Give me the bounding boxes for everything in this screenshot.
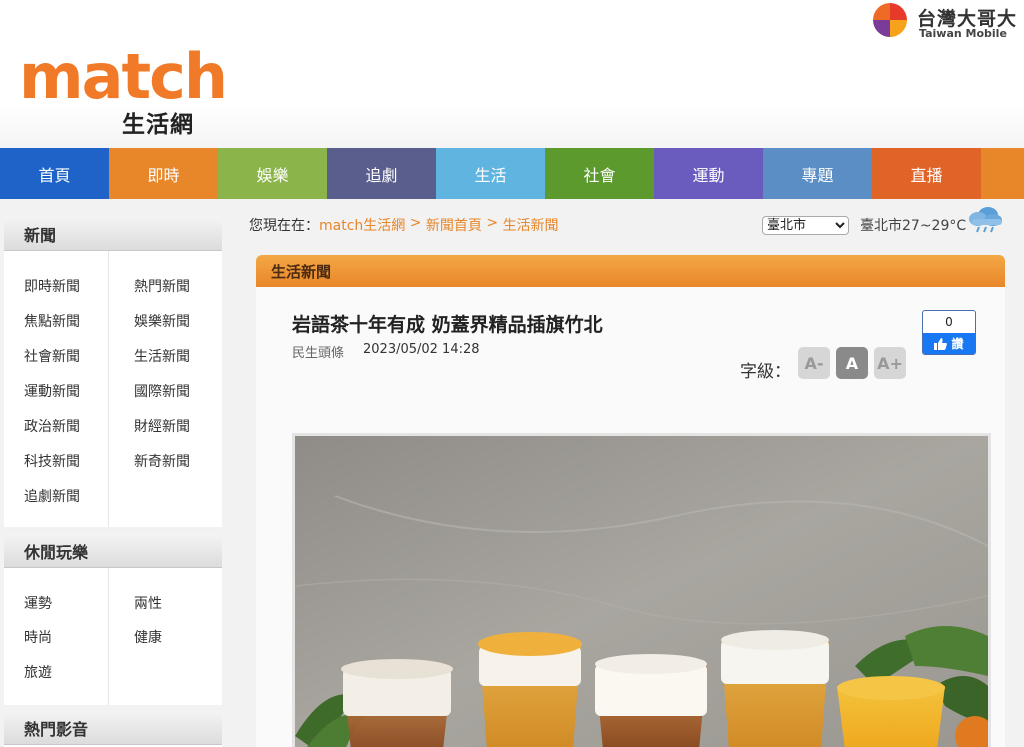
font-size-decrease-button[interactable]: A- [798,347,830,379]
article-panel: 生活新聞 岩語茶十年有成 奶蓋界精品插旗竹北 民生頭條 2023/05/02 1… [256,255,1005,747]
breadcrumb-item-news[interactable]: 新聞首頁 [426,215,482,235]
sidebar-leisure-title: 休閒玩樂 [4,534,222,568]
tea-drinks-photo [295,436,988,747]
sidebar-news-box: 新聞 即時新聞 熱門新聞 焦點新聞 娛樂新聞 社會新聞 生活新聞 運動新聞 國際… [4,217,222,527]
sidebar-leisure-links: 運勢 兩性 時尚 健康 旅遊 [4,568,222,705]
nav-item-realtime[interactable]: 即時 [109,148,218,199]
sidebar-link[interactable]: 焦點新聞 [24,311,80,331]
facebook-like-widget: 0 讚 [922,310,976,355]
site-header: match 生活網 台灣大哥大 Taiwan Mobile [0,0,1024,148]
article-body: 岩語茶十年有成 奶蓋界精品插旗竹北 民生頭條 2023/05/02 14:28 … [256,287,1005,747]
site-logo[interactable]: match [19,46,228,108]
nav-item-life[interactable]: 生活 [436,148,545,199]
font-size-label: 字級： [740,362,791,382]
sidebar-link[interactable]: 兩性 [134,593,162,613]
breadcrumb-separator: > [405,215,426,231]
sidebar-video-box: 熱門影音 [4,711,222,747]
sidebar-link[interactable]: 即時新聞 [24,276,80,296]
nav-item-sports[interactable]: 運動 [654,148,763,199]
sidebar-video-title: 熱門影音 [4,711,222,745]
thumbs-up-icon [934,337,948,350]
breadcrumb-item-home[interactable]: match生活網 [319,215,405,235]
sidebar-link[interactable]: 新奇新聞 [134,451,190,471]
sidebar-leisure-box: 休閒玩樂 運勢 兩性 時尚 健康 旅遊 [4,534,222,705]
sidebar-link[interactable]: 熱門新聞 [134,276,190,296]
site-logo-subtitle: 生活網 [122,112,194,138]
nav-item-drama[interactable]: 追劇 [327,148,436,199]
sidebar-link[interactable]: 社會新聞 [24,346,80,366]
nav-item-topics[interactable]: 專題 [763,148,872,199]
article-category[interactable]: 民生頭條 [292,342,344,361]
sidebar-news-links: 即時新聞 熱門新聞 焦點新聞 娛樂新聞 社會新聞 生活新聞 運動新聞 國際新聞 … [4,251,222,527]
nav-item-entertainment[interactable]: 娛樂 [218,148,327,199]
article-title: 岩語茶十年有成 奶蓋界精品插旗竹北 [292,314,603,336]
nav-item-society[interactable]: 社會 [545,148,654,199]
sidebar-link[interactable]: 國際新聞 [134,381,190,401]
sidebar-link[interactable]: 旅遊 [24,662,52,682]
sidebar-link[interactable]: 時尚 [24,627,52,647]
partner-name-en: Taiwan Mobile [919,27,1007,40]
sidebar-news-title: 新聞 [4,217,222,251]
like-count: 0 [945,315,953,329]
sidebar-link[interactable]: 科技新聞 [24,451,80,471]
article-datetime: 2023/05/02 14:28 [363,342,480,357]
breadcrumb-separator: > [481,215,503,231]
font-size-increase-button[interactable]: A+ [874,347,906,379]
facebook-like-button[interactable]: 讚 [923,333,975,354]
nav-item-home[interactable]: 首頁 [0,148,109,199]
font-size-normal-button[interactable]: A [836,347,868,379]
rain-cloud-icon [969,207,1002,233]
article-section-title: 生活新聞 [256,255,1005,287]
nav-item-live[interactable]: 直播 [872,148,981,199]
sidebar-link[interactable]: 財經新聞 [134,416,190,436]
sidebar-link[interactable]: 健康 [134,627,162,647]
sidebar-link[interactable]: 生活新聞 [134,346,190,366]
taiwan-mobile-logo-icon [873,3,907,37]
sidebar-link[interactable]: 運勢 [24,593,52,613]
main-nav: 首頁 即時 娛樂 追劇 生活 社會 運動 專題 直播 [0,148,1024,199]
sidebar-link[interactable]: 追劇新聞 [24,486,80,506]
breadcrumb-item-life[interactable]: 生活新聞 [503,215,559,235]
partner-logo[interactable]: 台灣大哥大 Taiwan Mobile [873,3,1023,40]
sidebar-link[interactable]: 娛樂新聞 [134,311,190,331]
breadcrumb: 您現在在： match生活網 > 新聞首頁 > 生活新聞 [249,215,559,235]
breadcrumb-prefix: 您現在在： [249,218,319,234]
like-label: 讚 [951,337,964,351]
weather-text: 臺北市27~29°C [860,218,967,234]
sidebar-link[interactable]: 運動新聞 [24,381,80,401]
sidebar-link[interactable]: 政治新聞 [24,416,80,436]
city-select[interactable]: 臺北市 [762,216,849,235]
article-photo[interactable] [292,433,991,747]
